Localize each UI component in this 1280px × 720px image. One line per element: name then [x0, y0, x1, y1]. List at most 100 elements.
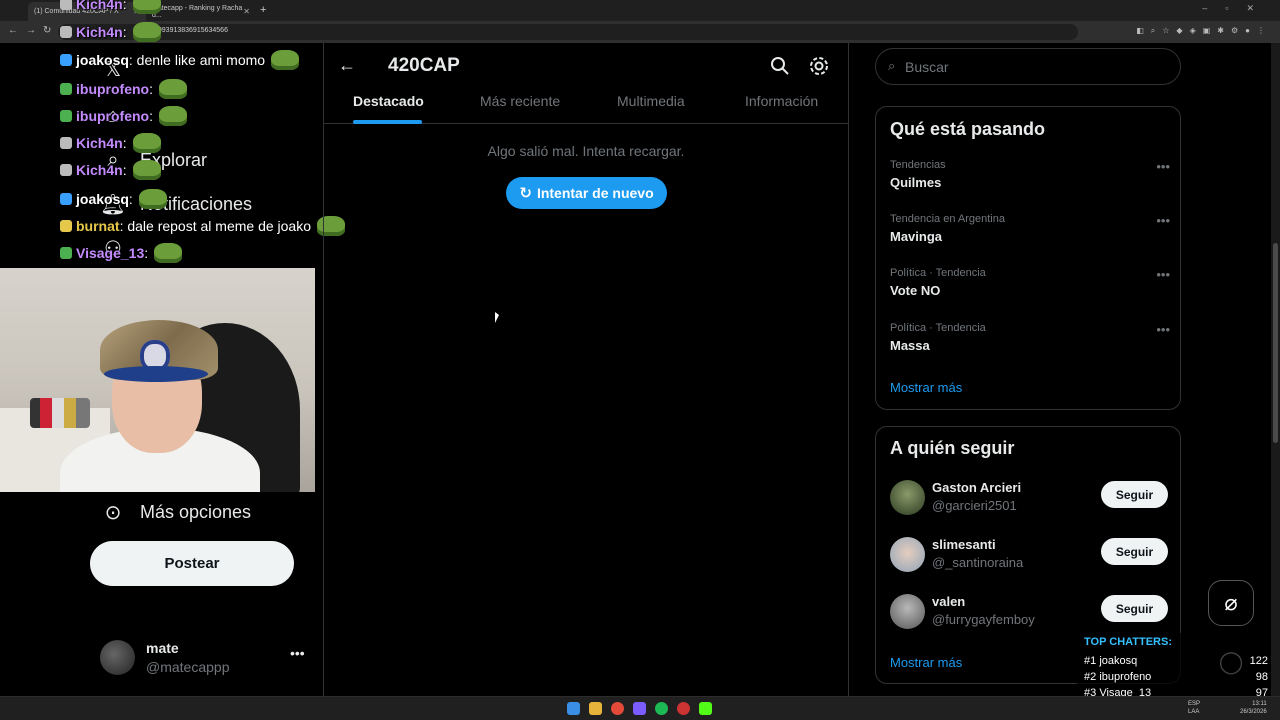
trend-item[interactable]: Política · Tendencia Vote NO •••: [890, 267, 1170, 298]
chat-text: : denle like ami momo: [128, 52, 266, 68]
obs-icon[interactable]: [677, 702, 690, 715]
tab-multimedia[interactable]: Multimedia: [617, 93, 685, 109]
window-controls[interactable]: –▫✕: [1202, 3, 1272, 14]
reload-icon[interactable]: ↻: [43, 25, 51, 36]
chat-message: ibuprofeno:: [60, 79, 187, 99]
chat-badge-icon: [60, 26, 72, 38]
show-more-link[interactable]: Mostrar más: [890, 380, 962, 395]
clock-date: 26/3/2026: [1240, 709, 1267, 715]
chat-badge-icon: [60, 54, 72, 66]
lang-label: ESP: [1188, 701, 1201, 707]
retry-button[interactable]: ↻ Intentar de nuevo: [506, 177, 667, 209]
top-chatters-title: TOP CHATTERS:: [1084, 636, 1173, 648]
chat-message: Kich4n:: [60, 160, 161, 180]
chat-text: :: [144, 245, 149, 261]
tab-label: Matecapp - Ranking y Racha d...: [152, 4, 243, 19]
chat-text: :: [122, 0, 127, 12]
account-switcher[interactable]: mate @matecappp •••: [100, 637, 310, 681]
back-arrow-icon[interactable]: ←: [338, 55, 356, 76]
address-bar: ← → ↻ 1993913836915634566 ◧⌕☆◆◈▣✱⚙●⋮: [0, 21, 1280, 43]
follow-item[interactable]: valen @furrygayfemboy Seguir: [890, 592, 1168, 632]
emote-icon: [132, 133, 161, 153]
spotify-icon[interactable]: [655, 702, 668, 715]
more-circle-icon: ⊙: [104, 501, 122, 524]
chat-text: :: [128, 191, 133, 207]
trend-item[interactable]: Política · Tendencia Massa •••: [890, 322, 1170, 353]
more-dots-icon[interactable]: •••: [1156, 213, 1170, 228]
trends-panel: Qué está pasando Tendencias Quilmes ••• …: [875, 106, 1181, 410]
windows-taskbar: ESP LAA 13:11 26/3/2026: [0, 696, 1280, 720]
search-input[interactable]: ⌕ Buscar: [875, 48, 1181, 85]
clock-time: 13:11: [1252, 701, 1267, 707]
chat-message: Kich4n:: [60, 22, 161, 42]
show-more-link[interactable]: Mostrar más: [890, 655, 962, 670]
tab-mas-reciente[interactable]: Más reciente: [480, 93, 560, 109]
follow-button[interactable]: Seguir: [1101, 538, 1168, 565]
follow-button[interactable]: Seguir: [1101, 481, 1168, 508]
back-nav-icon[interactable]: ←: [8, 25, 18, 36]
more-dots-icon[interactable]: •••: [1156, 159, 1170, 174]
follow-button[interactable]: Seguir: [1101, 595, 1168, 622]
scrollbar-thumb[interactable]: [1273, 243, 1278, 443]
new-tab-icon[interactable]: +: [260, 4, 266, 16]
chat-message: Kich4n:: [60, 133, 161, 153]
chatter-count: 98: [1255, 671, 1268, 683]
page-scrollbar[interactable]: [1271, 43, 1280, 696]
emote-icon: [132, 0, 161, 14]
follow-handle: @garcieri2501: [932, 498, 1017, 513]
follow-title: A quién seguir: [890, 438, 1015, 458]
refresh-icon: ↻: [519, 185, 532, 202]
search-icon[interactable]: [769, 55, 791, 77]
follow-handle: @_santinoraina: [932, 555, 1024, 570]
avatar: [890, 537, 925, 572]
emote-icon: [159, 79, 187, 99]
webcam-feed: [0, 268, 315, 492]
account-name: mate: [146, 640, 179, 656]
chat-badge-icon: [60, 0, 72, 10]
nav-more-options[interactable]: ⊙ Más opciones: [100, 499, 251, 525]
follow-item[interactable]: slimesanti @_santinoraina Seguir: [890, 535, 1168, 575]
page-title: 420CAP: [388, 55, 460, 76]
chat-badge-icon: [60, 164, 72, 176]
trend-context: Tendencia en Argentina: [890, 213, 1005, 225]
chat-username: Kich4n: [76, 0, 123, 12]
kick-icon[interactable]: [699, 702, 712, 715]
discord-icon[interactable]: [633, 702, 646, 715]
follow-item[interactable]: Gaston Arcieri @garcieri2501 Seguir: [890, 478, 1168, 518]
trend-context: Política · Tendencia: [890, 322, 986, 334]
chrome-icon[interactable]: [611, 702, 624, 715]
close-tab-icon[interactable]: ✕: [243, 7, 250, 16]
chat-username: ibuprofeno: [76, 108, 150, 124]
more-dots-icon[interactable]: •••: [1156, 267, 1170, 282]
search-placeholder: Buscar: [905, 59, 949, 75]
emote-icon: [138, 189, 167, 209]
gear-icon[interactable]: [808, 55, 830, 77]
clock[interactable]: 13:11 26/3/2026: [1240, 700, 1267, 716]
chat-message: joakosq:: [60, 189, 167, 209]
chat-username: ibuprofeno: [76, 81, 150, 97]
post-button[interactable]: Postear: [90, 541, 294, 586]
trend-item[interactable]: Tendencias Quilmes •••: [890, 159, 1170, 190]
extension-icons[interactable]: ◧⌕☆◆◈▣✱⚙●⋮: [1136, 26, 1272, 36]
forward-nav-icon[interactable]: →: [26, 25, 36, 36]
browser-tab[interactable]: Matecapp - Ranking y Racha d... ✕: [146, 2, 256, 21]
tab-informacion[interactable]: Información: [745, 93, 818, 109]
follow-name: Gaston Arcieri: [932, 480, 1022, 495]
emote-icon: [132, 160, 161, 180]
more-dots-icon[interactable]: •••: [1156, 322, 1170, 337]
folder-icon[interactable]: [589, 702, 602, 715]
chatter-user: joakosq: [1099, 655, 1138, 667]
main-column: ← 420CAP Destacado Más reciente Multimed…: [323, 43, 849, 696]
top-chatters-overlay: TOP CHATTERS: #1 joakosq 122 #2 ibuprofe…: [1077, 633, 1272, 705]
grok-icon[interactable]: ⌀: [1208, 580, 1254, 626]
chat-message: ibuprofeno:: [60, 106, 187, 126]
chat-username: Kich4n: [76, 24, 123, 40]
url-field[interactable]: 1993913836915634566: [58, 24, 1078, 40]
avatar: [890, 480, 925, 515]
language-indicator[interactable]: ESP LAA: [1188, 700, 1200, 716]
trend-name: Mavinga: [890, 229, 943, 244]
start-icon[interactable]: [567, 702, 580, 715]
trend-item[interactable]: Tendencia en Argentina Mavinga •••: [890, 213, 1170, 244]
chat-username: joakosq: [76, 52, 129, 68]
tab-destacado[interactable]: Destacado: [353, 93, 424, 109]
